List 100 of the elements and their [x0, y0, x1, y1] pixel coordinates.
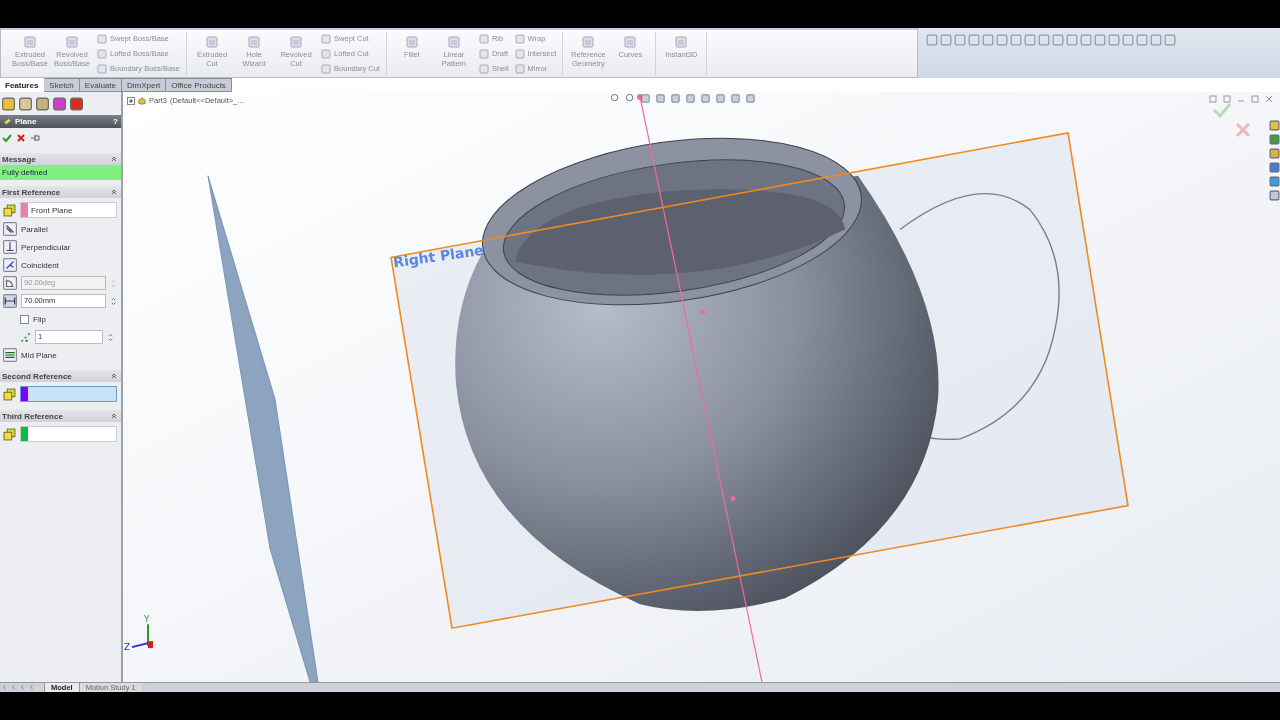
toolbar-icon[interactable] [940, 34, 952, 46]
collapse-icon[interactable] [110, 188, 118, 196]
feature-icon [205, 35, 220, 49]
mid-plane-icon[interactable] [3, 348, 17, 362]
pushpin-icon[interactable] [30, 133, 40, 143]
section-header[interactable]: Second Reference [0, 370, 121, 382]
feature-icon [514, 63, 525, 74]
angle-icon[interactable] [3, 276, 17, 290]
toolbar-icon[interactable] [954, 34, 966, 46]
collapse-icon[interactable] [110, 412, 118, 420]
status-message: Fully defined [0, 165, 121, 180]
axis-triad-drawing [131, 623, 153, 649]
command-tab[interactable]: Office Products [166, 78, 232, 92]
view-toolbar-icon[interactable] [730, 93, 741, 104]
view-toolbar-icon[interactable] [685, 93, 696, 104]
checkbox-label[interactable]: Flip [33, 314, 46, 324]
toolbar-icon[interactable] [968, 34, 980, 46]
toolbar-icon[interactable] [1164, 34, 1176, 46]
view-toolbar-icon[interactable] [655, 93, 666, 104]
feature-icon [674, 35, 689, 49]
panel-title: Plane [15, 117, 38, 126]
manager-tab-icon[interactable] [69, 97, 84, 111]
toolbar-icon[interactable] [1094, 34, 1106, 46]
feature-icon [514, 48, 525, 59]
feature-icon [446, 35, 461, 49]
option-label[interactable]: Parallel [21, 224, 48, 234]
toolbar-icon[interactable] [1136, 34, 1148, 46]
task-pane-icon[interactable] [1269, 148, 1280, 159]
toolbar-icon[interactable] [1010, 34, 1022, 46]
feature-icon [478, 33, 489, 44]
section-header[interactable]: Message [0, 153, 121, 165]
toolbar-icon[interactable] [996, 34, 1008, 46]
close-icon[interactable] [16, 133, 26, 143]
view-toolbar-icon[interactable] [640, 93, 651, 104]
feature-icon [581, 35, 596, 49]
view-toolbar-icon[interactable] [745, 93, 756, 104]
toolbar-icon[interactable] [1052, 34, 1064, 46]
command-tab[interactable]: Evaluate [79, 78, 122, 92]
section-title: Second Reference [2, 371, 72, 381]
cube-icon [3, 427, 16, 441]
feature-icon [97, 48, 107, 59]
checkbox[interactable] [20, 314, 29, 324]
distance-icon[interactable] [3, 294, 17, 308]
task-pane-icon[interactable] [1269, 190, 1280, 201]
view-toolbar-icon[interactable] [670, 93, 681, 104]
command-tab[interactable]: Sketch [44, 78, 80, 92]
feature-icon [321, 63, 332, 74]
manager-tab-icon[interactable] [1, 97, 16, 111]
toolbar-icon[interactable] [982, 34, 994, 46]
view-toolbar-icon[interactable] [625, 93, 636, 104]
task-pane-icon[interactable] [1269, 162, 1280, 173]
feature-icon [247, 35, 262, 49]
feature-icon [23, 35, 37, 49]
point-marker [730, 496, 736, 502]
feature-icon [97, 33, 107, 44]
task-pane-icon[interactable] [1269, 134, 1280, 145]
spin-arrows-icon[interactable] [107, 331, 114, 343]
collapse-icon[interactable] [110, 155, 118, 163]
toolbar-icon[interactable] [1108, 34, 1120, 46]
feature-icon [321, 33, 332, 44]
task-pane-icon[interactable] [1269, 120, 1280, 131]
option-label[interactable]: Perpendicular [21, 242, 71, 252]
dots-icon [20, 331, 31, 343]
feature-icon [321, 48, 332, 59]
section-title: First Reference [2, 187, 61, 197]
view-toolbar-icon[interactable] [610, 93, 621, 104]
manager-tab-icon[interactable] [52, 97, 67, 111]
collapse-icon[interactable] [110, 372, 118, 380]
section-header[interactable]: Third Reference [0, 410, 121, 422]
feature-icon [65, 35, 79, 49]
expand-icon[interactable] [127, 96, 135, 105]
toolbar-icon[interactable] [1122, 34, 1134, 46]
command-tab[interactable]: DimXpert [121, 78, 167, 92]
toolbar-icon[interactable] [1038, 34, 1050, 46]
part-icon [138, 96, 146, 105]
view-toolbar-icon[interactable] [715, 93, 726, 104]
manager-tab-icon[interactable] [18, 97, 33, 111]
reference-field[interactable]: Front Plane [20, 202, 117, 218]
checkmark-icon[interactable] [2, 133, 12, 143]
toolbar-icon[interactable] [1150, 34, 1162, 46]
toolbar-icon[interactable] [926, 34, 938, 46]
spin-arrows-icon[interactable] [110, 295, 117, 307]
toolbar-icon[interactable] [1066, 34, 1078, 46]
option-label[interactable]: Coincident [21, 260, 59, 270]
point-marker [637, 94, 643, 100]
feature-icon [404, 35, 419, 49]
option-label[interactable]: Mid Plane [21, 350, 57, 360]
toolbar-icon[interactable] [1080, 34, 1092, 46]
toolbar-icon[interactable] [1024, 34, 1036, 46]
manager-tab-icon[interactable] [35, 97, 50, 111]
feature-icon [478, 63, 489, 74]
task-pane-icon[interactable] [1269, 176, 1280, 187]
help-button[interactable]: ? [113, 117, 118, 126]
spin-arrows-icon[interactable] [110, 277, 117, 289]
feature-icon [514, 33, 525, 44]
view-toolbar-icon[interactable] [700, 93, 711, 104]
plane-outline[interactable] [390, 131, 1129, 630]
section-header[interactable]: First Reference [0, 186, 121, 198]
reference-field[interactable] [20, 426, 117, 442]
reference-field[interactable] [20, 386, 117, 402]
